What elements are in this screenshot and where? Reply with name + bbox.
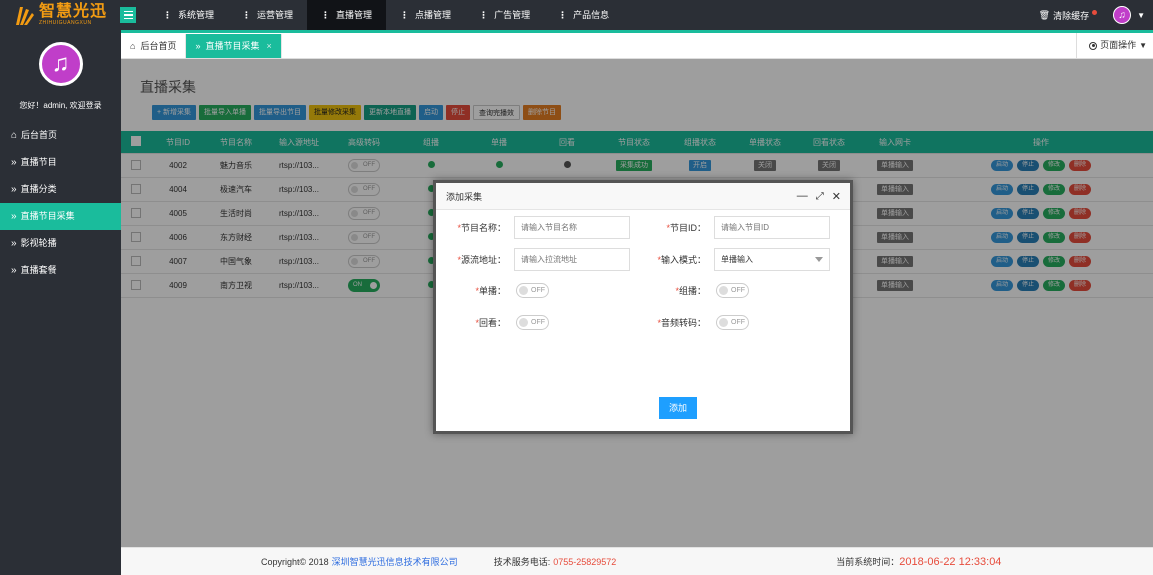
music-note-icon: ♫	[1118, 9, 1126, 21]
top-nav: ⋮ 系统管理 ⋮ 运营管理 ⋮ 直播管理 ⋮ 点播管理 ⋮ 广告管理 ⋮ 产品信息	[149, 0, 623, 30]
user-avatar[interactable]: ♫	[1113, 6, 1132, 24]
sidebar-item-live-categories[interactable]: » 直播分类	[0, 176, 121, 203]
modal-title: 添加采集	[446, 191, 483, 202]
maximize-icon[interactable]: ⤢	[816, 191, 824, 202]
double-chevron-right-icon: »	[11, 211, 17, 222]
nav-item-operations[interactable]: ⋮ 运营管理	[228, 0, 307, 30]
menu-dots-icon: ⋮	[321, 10, 331, 20]
nav-item-live[interactable]: ⋮ 直播管理	[307, 0, 387, 30]
add-collection-modal: 添加采集 — ⤢ ✕ *节目名称： *节目ID： *源流地址： *输入模式： 单…	[433, 180, 853, 434]
multicast-toggle[interactable]: OFF	[716, 283, 749, 298]
menu-dots-icon: ⋮	[163, 10, 172, 20]
logo-icon	[14, 3, 36, 27]
minimize-icon[interactable]: —	[797, 190, 808, 202]
program-id-label: 节目ID：	[669, 223, 706, 233]
double-chevron-right-icon: »	[11, 157, 17, 168]
logo-text: 智慧光迅	[39, 3, 108, 20]
replay-toggle[interactable]: OFF	[516, 315, 549, 330]
logo-subtext: ZHIHUIGUANGXUN	[39, 20, 92, 26]
sidebar-item-home[interactable]: ⌂ 后台首页	[0, 122, 121, 149]
input-mode-label: 输入模式：	[660, 255, 706, 265]
trash-icon: 🗑	[1038, 9, 1051, 20]
greeting-text: 您好！admin, 欢迎登录	[19, 101, 102, 110]
menu-dots-icon: ⋮	[242, 10, 252, 20]
phone-label: 技术服务电话:	[493, 557, 551, 567]
target-icon	[1089, 41, 1098, 50]
unicast-toggle[interactable]: OFF	[516, 283, 549, 298]
tab-home[interactable]: ⌂ 后台首页	[121, 34, 187, 58]
replay-label: 回看：	[478, 318, 506, 328]
clear-cache-button[interactable]: 🗑 清除缓存	[1038, 9, 1098, 22]
close-icon[interactable]: ✕	[832, 190, 841, 203]
system-time-label: 当前系统时间：	[836, 557, 900, 567]
sidebar-item-live-programs[interactable]: » 直播节目	[0, 149, 121, 176]
double-chevron-right-icon: »	[195, 41, 201, 51]
page-ops-dropdown[interactable]: 页面操作 ▼	[1076, 33, 1153, 58]
tab-bar: ⌂ 后台首页 » 直播节目采集 × 页面操作 ▼	[121, 33, 1153, 59]
tab-live-collection[interactable]: » 直播节目采集 ×	[186, 34, 282, 58]
footer: Copyright© 2018 深圳智慧光迅信息技术有限公司 技术服务电话: 0…	[121, 547, 1153, 575]
top-bar: 智慧光迅 ZHIHUIGUANGXUN ⋮ 系统管理 ⋮ 运营管理 ⋮ 直播管理 ⋮ 点…	[0, 0, 1153, 30]
multicast-label: 组播：	[678, 286, 706, 296]
add-submit-button[interactable]: 添加	[659, 397, 697, 419]
music-note-icon: ♫	[51, 50, 70, 77]
audio-transcode-label: 音频转码：	[660, 318, 706, 328]
caret-down-icon	[815, 257, 823, 262]
nav-item-vod[interactable]: ⋮ 点播管理	[386, 0, 465, 30]
audio-transcode-toggle[interactable]: OFF	[716, 315, 749, 330]
unicast-label: 单播：	[478, 286, 506, 296]
double-chevron-right-icon: »	[11, 184, 17, 195]
nav-item-ads[interactable]: ⋮ 广告管理	[465, 0, 544, 30]
input-mode-select[interactable]: 单播输入	[714, 248, 830, 271]
double-chevron-right-icon: »	[11, 265, 17, 276]
sidebar-item-carousel[interactable]: » 影视轮播	[0, 230, 121, 257]
caret-down-icon: ▼	[1139, 41, 1147, 50]
sidebar-avatar: ♫	[38, 42, 83, 86]
menu-dots-icon: ⋮	[400, 10, 410, 20]
menu-dots-icon: ⋮	[558, 10, 568, 20]
menu-dots-icon: ⋮	[479, 10, 489, 20]
phone-number: 0755-25829572	[553, 556, 617, 567]
home-icon: ⌂	[11, 130, 18, 141]
pull-url-label: 源流地址：	[460, 255, 506, 265]
sidebar: ♫ 您好！admin, 欢迎登录 ⌂ 后台首页 » 直播节目 » 直播分类 » 直播节目…	[0, 30, 121, 575]
home-icon: ⌂	[130, 41, 136, 51]
program-name-label: 节目名称：	[460, 223, 506, 233]
system-time: 2018-06-22 12:33:04	[899, 555, 1002, 568]
close-icon[interactable]: ×	[266, 34, 271, 58]
program-name-input[interactable]	[514, 216, 630, 239]
logo[interactable]: 智慧光迅 ZHIHUIGUANGXUN	[0, 0, 112, 30]
double-chevron-right-icon: »	[11, 238, 17, 249]
copyright-text: Copyright© 2018	[261, 556, 329, 567]
chevron-down-icon[interactable]: ▼	[1137, 11, 1145, 20]
modal-header: 添加采集 — ⤢ ✕	[436, 183, 850, 210]
notification-dot	[1092, 9, 1098, 15]
sidebar-item-live-packages[interactable]: » 直播套餐	[0, 257, 121, 284]
nav-item-system[interactable]: ⋮ 系统管理	[149, 0, 228, 30]
sidebar-item-live-collection[interactable]: » 直播节目采集	[0, 203, 121, 230]
company-link[interactable]: 深圳智慧光迅信息技术有限公司	[332, 555, 458, 568]
pull-url-input[interactable]	[514, 248, 630, 271]
menu-toggle-button[interactable]	[120, 7, 136, 23]
program-id-input[interactable]	[714, 216, 830, 239]
nav-item-products[interactable]: ⋮ 产品信息	[544, 0, 623, 30]
